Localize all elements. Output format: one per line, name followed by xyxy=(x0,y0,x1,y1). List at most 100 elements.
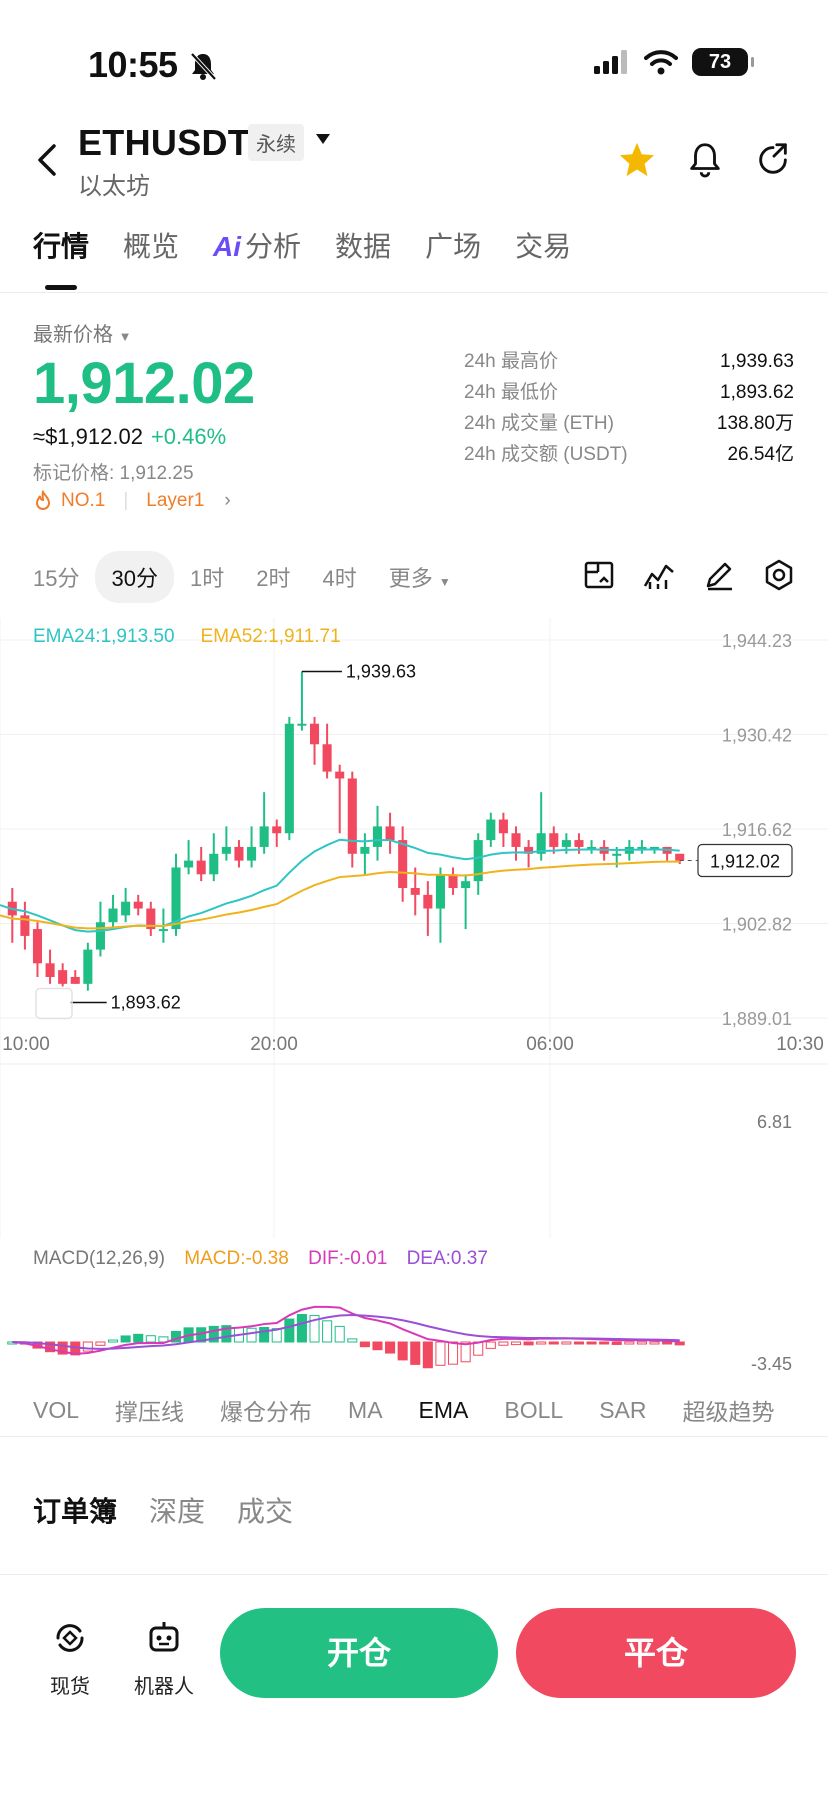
tab-square[interactable]: 广场 xyxy=(425,222,481,292)
dif-value: DIF:-0.01 xyxy=(308,1248,388,1269)
candle-body xyxy=(423,894,433,909)
ind-liquidation[interactable]: 爆仓分布 xyxy=(220,1393,312,1427)
indicator-icon[interactable] xyxy=(642,558,676,592)
candle-body xyxy=(385,826,395,841)
candle-body xyxy=(675,853,685,861)
rank-separator: | xyxy=(123,490,129,511)
tabs-divider xyxy=(0,292,828,293)
macd-histogram-bar xyxy=(435,1341,446,1366)
stat-row: 24h 最高价 1,939.63 xyxy=(464,346,794,377)
candle-body xyxy=(234,846,244,861)
macd-histogram-bar xyxy=(649,1341,660,1345)
bot-button[interactable]: 机器人 xyxy=(124,1618,204,1699)
spot-button[interactable]: 现货 xyxy=(30,1618,110,1699)
spot-label: 现货 xyxy=(50,1676,90,1698)
y-tick-label: 1,916.62 xyxy=(722,820,792,840)
chart-tools xyxy=(582,558,796,592)
stat-value: 1,939.63 xyxy=(720,351,794,372)
candle-body xyxy=(309,723,320,745)
ind-sar[interactable]: SAR xyxy=(599,1397,646,1424)
tab-analysis[interactable]: Ai 分析 xyxy=(213,222,301,292)
macd-histogram-bar xyxy=(120,1335,131,1343)
spot-icon xyxy=(56,1624,84,1652)
star-icon[interactable] xyxy=(618,140,656,178)
macd-bottom-label: -3.45 xyxy=(751,1354,792,1374)
macd-histogram-bar xyxy=(410,1341,421,1365)
candle-body xyxy=(70,976,80,984)
macd-histogram-bar xyxy=(296,1314,307,1343)
bot-label: 机器人 xyxy=(134,1676,194,1698)
tf-4h[interactable]: 4时 xyxy=(322,561,356,593)
open-position-button[interactable]: 开仓 xyxy=(220,1608,498,1698)
tf-15m[interactable]: 15分 xyxy=(33,561,79,593)
stat-value: 26.54亿 xyxy=(727,444,794,465)
ema24-line xyxy=(0,838,680,933)
mark-price: 标记价格: 1,912.25 xyxy=(33,463,194,484)
macd-params: MACD(12,26,9) xyxy=(33,1248,165,1269)
candle-body xyxy=(221,846,231,854)
tab-overview[interactable]: 概览 xyxy=(123,222,179,292)
candle-body xyxy=(448,874,458,889)
last-price: 1,912.02 xyxy=(33,351,255,416)
high-marker-label: 1,939.63 xyxy=(346,661,416,681)
tab-trade[interactable]: 交易 xyxy=(515,222,571,292)
ind-boll[interactable]: BOLL xyxy=(504,1397,563,1424)
macd-histogram-bar xyxy=(108,1339,119,1343)
back-arrow-icon[interactable] xyxy=(30,140,66,180)
macd-histogram-bar xyxy=(624,1341,635,1345)
macd-histogram-bar xyxy=(498,1341,509,1346)
ind-supertrend[interactable]: 超级趋势 xyxy=(683,1393,775,1427)
rank-line[interactable]: NO.1 | Layer1 › xyxy=(33,490,231,512)
latest-price-label-text: 最新价格 xyxy=(33,324,113,346)
ind-ma[interactable]: MA xyxy=(348,1397,383,1424)
candle-body xyxy=(511,833,521,847)
tf-30m[interactable]: 30分 xyxy=(95,551,174,603)
tab-orderbook[interactable]: 订单簿 xyxy=(33,1490,117,1530)
status-bar: 10:55 73 xyxy=(0,0,828,110)
tab-data[interactable]: 数据 xyxy=(335,222,391,292)
ema52-label: EMA52:1,911.71 xyxy=(200,626,341,647)
stat-value: 1,893.62 xyxy=(720,382,794,403)
tf-more[interactable]: 更多 ▼ xyxy=(389,561,451,593)
macd-histogram-bar xyxy=(246,1327,257,1343)
macd-histogram-bar xyxy=(536,1341,547,1345)
symbol-title[interactable]: ETHUSDT xyxy=(78,122,250,164)
bell-icon[interactable] xyxy=(686,140,724,178)
settings-icon[interactable] xyxy=(762,558,796,592)
timeframe-selector: 15分 30分 1时 2时 4时 更多 ▼ xyxy=(33,551,483,603)
candle-body xyxy=(347,778,357,854)
indicator-tabs: VOL 撑压线 爆仓分布 MA EMA BOLL SAR 超级趋势 xyxy=(33,1390,811,1430)
candle-body xyxy=(158,929,168,932)
ind-ema[interactable]: EMA xyxy=(419,1397,469,1424)
bottom-bar: 现货 机器人 开仓 平仓 xyxy=(0,1598,828,1718)
macd-histogram-bar xyxy=(662,1341,673,1345)
status-icons: 73 xyxy=(594,48,754,76)
header: ETHUSDT 永续 以太坊 xyxy=(0,110,828,210)
close-position-button[interactable]: 平仓 xyxy=(516,1608,796,1698)
ai-icon: Ai xyxy=(213,231,242,262)
macd-histogram-bar xyxy=(359,1341,370,1348)
stat-label: 24h 最高价 xyxy=(464,351,558,372)
ind-vol[interactable]: VOL xyxy=(33,1397,79,1424)
tab-trades[interactable]: 成交 xyxy=(237,1490,293,1530)
tab-depth[interactable]: 深度 xyxy=(149,1490,205,1530)
battery-indicator: 73 xyxy=(692,48,754,76)
caret-down-icon: ▼ xyxy=(118,329,132,344)
tf-1h[interactable]: 1时 xyxy=(190,561,224,593)
candle-body xyxy=(574,840,584,847)
share-icon[interactable] xyxy=(754,140,792,178)
candle-body xyxy=(133,901,143,909)
tab-market[interactable]: 行情 xyxy=(33,222,89,292)
macd-histogram-bar xyxy=(397,1341,408,1361)
latest-price-label[interactable]: 最新价格 ▼ xyxy=(33,318,131,347)
caret-down-icon[interactable] xyxy=(314,132,332,146)
candle-body xyxy=(196,860,206,875)
header-actions xyxy=(618,140,792,178)
macd-histogram-bar xyxy=(510,1341,522,1346)
draw-pen-icon[interactable] xyxy=(702,558,736,592)
stat-value: 138.80万 xyxy=(716,413,794,434)
candle-body xyxy=(435,874,445,909)
chart-type-icon[interactable] xyxy=(582,558,616,592)
tf-2h[interactable]: 2时 xyxy=(256,561,290,593)
ind-support[interactable]: 撑压线 xyxy=(115,1393,184,1427)
